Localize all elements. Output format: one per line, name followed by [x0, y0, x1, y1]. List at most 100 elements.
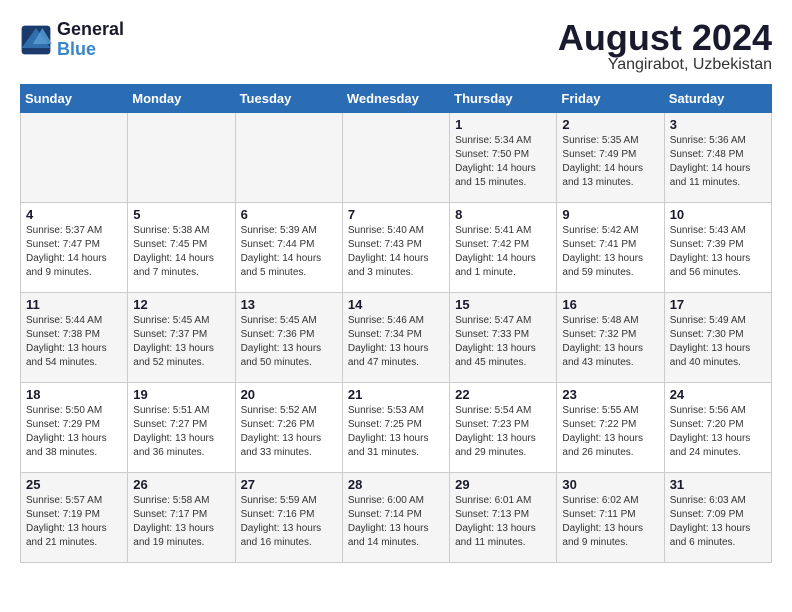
calendar-cell: 10 Sunrise: 5:43 AM Sunset: 7:39 PM Dayli…	[664, 203, 771, 293]
day-number: 7	[348, 207, 444, 222]
day-number: 6	[241, 207, 337, 222]
day-number: 17	[670, 297, 766, 312]
weekday-thursday: Thursday	[450, 85, 557, 113]
calendar-cell: 31Sunrise: 6:03 AM Sunset: 7:09 PM Dayli…	[664, 473, 771, 563]
day-info: Sunrise: 5:47 AM Sunset: 7:33 PM Dayligh…	[455, 314, 551, 370]
calendar-cell: 25 Sunrise: 5:57 AM Sunset: 7:19 PM Dayli…	[21, 473, 128, 563]
day-number: 20	[241, 387, 337, 402]
calendar-cell: 8 Sunrise: 5:41 AM Sunset: 7:42 PM Daylig…	[450, 203, 557, 293]
calendar-body: 1 Sunrise: 5:34 AM Sunset: 7:50 PM Daylig…	[21, 113, 772, 563]
day-info: Sunrise: 5:46 AM Sunset: 7:34 PM Dayligh…	[348, 314, 444, 370]
calendar-cell: 30Sunrise: 6:02 AM Sunset: 7:11 PM Dayli…	[557, 473, 664, 563]
day-info: Sunrise: 5:43 AM Sunset: 7:39 PM Dayligh…	[670, 224, 766, 280]
day-info: Sunrise: 5:35 AM Sunset: 7:49 PM Dayligh…	[562, 134, 658, 190]
day-number: 25	[26, 477, 122, 492]
calendar-cell: 5 Sunrise: 5:38 AM Sunset: 7:45 PM Daylig…	[128, 203, 235, 293]
calendar-cell: 3Sunrise: 5:36 AM Sunset: 7:48 PM Daylig…	[664, 113, 771, 203]
day-number: 2	[562, 117, 658, 132]
calendar-cell: 20Sunrise: 5:52 AM Sunset: 7:26 PM Dayli…	[235, 383, 342, 473]
calendar-cell: 13 Sunrise: 5:45 AM Sunset: 7:36 PM Dayli…	[235, 293, 342, 383]
day-info: Sunrise: 5:55 AM Sunset: 7:22 PM Dayligh…	[562, 404, 658, 460]
month-year: August 2024	[558, 20, 772, 56]
day-number: 5	[133, 207, 229, 222]
logo: General Blue	[20, 20, 124, 60]
page-header: General Blue August 2024 Yangirabot, Uzb…	[20, 20, 772, 74]
day-info: Sunrise: 5:34 AM Sunset: 7:50 PM Dayligh…	[455, 134, 551, 190]
day-number: 19	[133, 387, 229, 402]
calendar-cell: 19Sunrise: 5:51 AM Sunset: 7:27 PM Dayli…	[128, 383, 235, 473]
logo-icon	[20, 24, 52, 56]
day-number: 27	[241, 477, 337, 492]
day-info: Sunrise: 6:03 AM Sunset: 7:09 PM Dayligh…	[670, 494, 766, 550]
calendar-cell: 6 Sunrise: 5:39 AM Sunset: 7:44 PM Daylig…	[235, 203, 342, 293]
calendar-header: SundayMondayTuesdayWednesdayThursdayFrid…	[21, 85, 772, 113]
day-info: Sunrise: 5:45 AM Sunset: 7:37 PM Dayligh…	[133, 314, 229, 370]
day-number: 26	[133, 477, 229, 492]
day-number: 23	[562, 387, 658, 402]
day-info: Sunrise: 5:50 AM Sunset: 7:29 PM Dayligh…	[26, 404, 122, 460]
week-row-5: 25 Sunrise: 5:57 AM Sunset: 7:19 PM Dayli…	[21, 473, 772, 563]
day-info: Sunrise: 5:54 AM Sunset: 7:23 PM Dayligh…	[455, 404, 551, 460]
day-number: 21	[348, 387, 444, 402]
day-number: 24	[670, 387, 766, 402]
day-number: 15	[455, 297, 551, 312]
calendar-cell: 2 Sunrise: 5:35 AM Sunset: 7:49 PM Daylig…	[557, 113, 664, 203]
day-info: Sunrise: 5:56 AM Sunset: 7:20 PM Dayligh…	[670, 404, 766, 460]
weekday-row: SundayMondayTuesdayWednesdayThursdayFrid…	[21, 85, 772, 113]
day-info: Sunrise: 5:58 AM Sunset: 7:17 PM Dayligh…	[133, 494, 229, 550]
day-number: 12	[133, 297, 229, 312]
day-info: Sunrise: 5:57 AM Sunset: 7:19 PM Dayligh…	[26, 494, 122, 550]
calendar-cell: 7 Sunrise: 5:40 AM Sunset: 7:43 PM Daylig…	[342, 203, 449, 293]
day-info: Sunrise: 5:53 AM Sunset: 7:25 PM Dayligh…	[348, 404, 444, 460]
weekday-wednesday: Wednesday	[342, 85, 449, 113]
day-info: Sunrise: 5:39 AM Sunset: 7:44 PM Dayligh…	[241, 224, 337, 280]
day-number: 4	[26, 207, 122, 222]
calendar-cell	[21, 113, 128, 203]
weekday-monday: Monday	[128, 85, 235, 113]
day-info: Sunrise: 5:40 AM Sunset: 7:43 PM Dayligh…	[348, 224, 444, 280]
weekday-sunday: Sunday	[21, 85, 128, 113]
calendar-cell	[342, 113, 449, 203]
day-info: Sunrise: 5:59 AM Sunset: 7:16 PM Dayligh…	[241, 494, 337, 550]
calendar-cell: 18Sunrise: 5:50 AM Sunset: 7:29 PM Dayli…	[21, 383, 128, 473]
day-info: Sunrise: 5:42 AM Sunset: 7:41 PM Dayligh…	[562, 224, 658, 280]
calendar-cell: 29 Sunrise: 6:01 AM Sunset: 7:13 PM Dayli…	[450, 473, 557, 563]
title-block: August 2024 Yangirabot, Uzbekistan	[558, 20, 772, 74]
day-info: Sunrise: 5:44 AM Sunset: 7:38 PM Dayligh…	[26, 314, 122, 370]
calendar-cell: 22Sunrise: 5:54 AM Sunset: 7:23 PM Dayli…	[450, 383, 557, 473]
day-number: 16	[562, 297, 658, 312]
calendar-cell: 14Sunrise: 5:46 AM Sunset: 7:34 PM Dayli…	[342, 293, 449, 383]
location: Yangirabot, Uzbekistan	[558, 56, 772, 74]
day-info: Sunrise: 5:49 AM Sunset: 7:30 PM Dayligh…	[670, 314, 766, 370]
day-info: Sunrise: 5:37 AM Sunset: 7:47 PM Dayligh…	[26, 224, 122, 280]
day-number: 28	[348, 477, 444, 492]
day-info: Sunrise: 5:41 AM Sunset: 7:42 PM Dayligh…	[455, 224, 551, 280]
week-row-1: 1 Sunrise: 5:34 AM Sunset: 7:50 PM Daylig…	[21, 113, 772, 203]
calendar-cell: 1 Sunrise: 5:34 AM Sunset: 7:50 PM Daylig…	[450, 113, 557, 203]
weekday-saturday: Saturday	[664, 85, 771, 113]
day-number: 8	[455, 207, 551, 222]
calendar-table: SundayMondayTuesdayWednesdayThursdayFrid…	[20, 84, 772, 563]
calendar-cell: 27 Sunrise: 5:59 AM Sunset: 7:16 PM Dayli…	[235, 473, 342, 563]
calendar-cell: 21 Sunrise: 5:53 AM Sunset: 7:25 PM Dayli…	[342, 383, 449, 473]
calendar-cell: 15 Sunrise: 5:47 AM Sunset: 7:33 PM Dayli…	[450, 293, 557, 383]
calendar-cell: 12 Sunrise: 5:45 AM Sunset: 7:37 PM Dayli…	[128, 293, 235, 383]
day-number: 13	[241, 297, 337, 312]
day-number: 29	[455, 477, 551, 492]
day-info: Sunrise: 5:45 AM Sunset: 7:36 PM Dayligh…	[241, 314, 337, 370]
day-info: Sunrise: 6:01 AM Sunset: 7:13 PM Dayligh…	[455, 494, 551, 550]
calendar-cell	[235, 113, 342, 203]
week-row-4: 18Sunrise: 5:50 AM Sunset: 7:29 PM Dayli…	[21, 383, 772, 473]
week-row-2: 4 Sunrise: 5:37 AM Sunset: 7:47 PM Daylig…	[21, 203, 772, 293]
day-number: 11	[26, 297, 122, 312]
weekday-friday: Friday	[557, 85, 664, 113]
day-info: Sunrise: 6:00 AM Sunset: 7:14 PM Dayligh…	[348, 494, 444, 550]
week-row-3: 11 Sunrise: 5:44 AM Sunset: 7:38 PM Dayli…	[21, 293, 772, 383]
calendar-cell: 9 Sunrise: 5:42 AM Sunset: 7:41 PM Daylig…	[557, 203, 664, 293]
day-number: 10	[670, 207, 766, 222]
calendar-cell: 23 Sunrise: 5:55 AM Sunset: 7:22 PM Dayli…	[557, 383, 664, 473]
day-number: 1	[455, 117, 551, 132]
calendar-cell	[128, 113, 235, 203]
day-info: Sunrise: 5:38 AM Sunset: 7:45 PM Dayligh…	[133, 224, 229, 280]
day-number: 9	[562, 207, 658, 222]
